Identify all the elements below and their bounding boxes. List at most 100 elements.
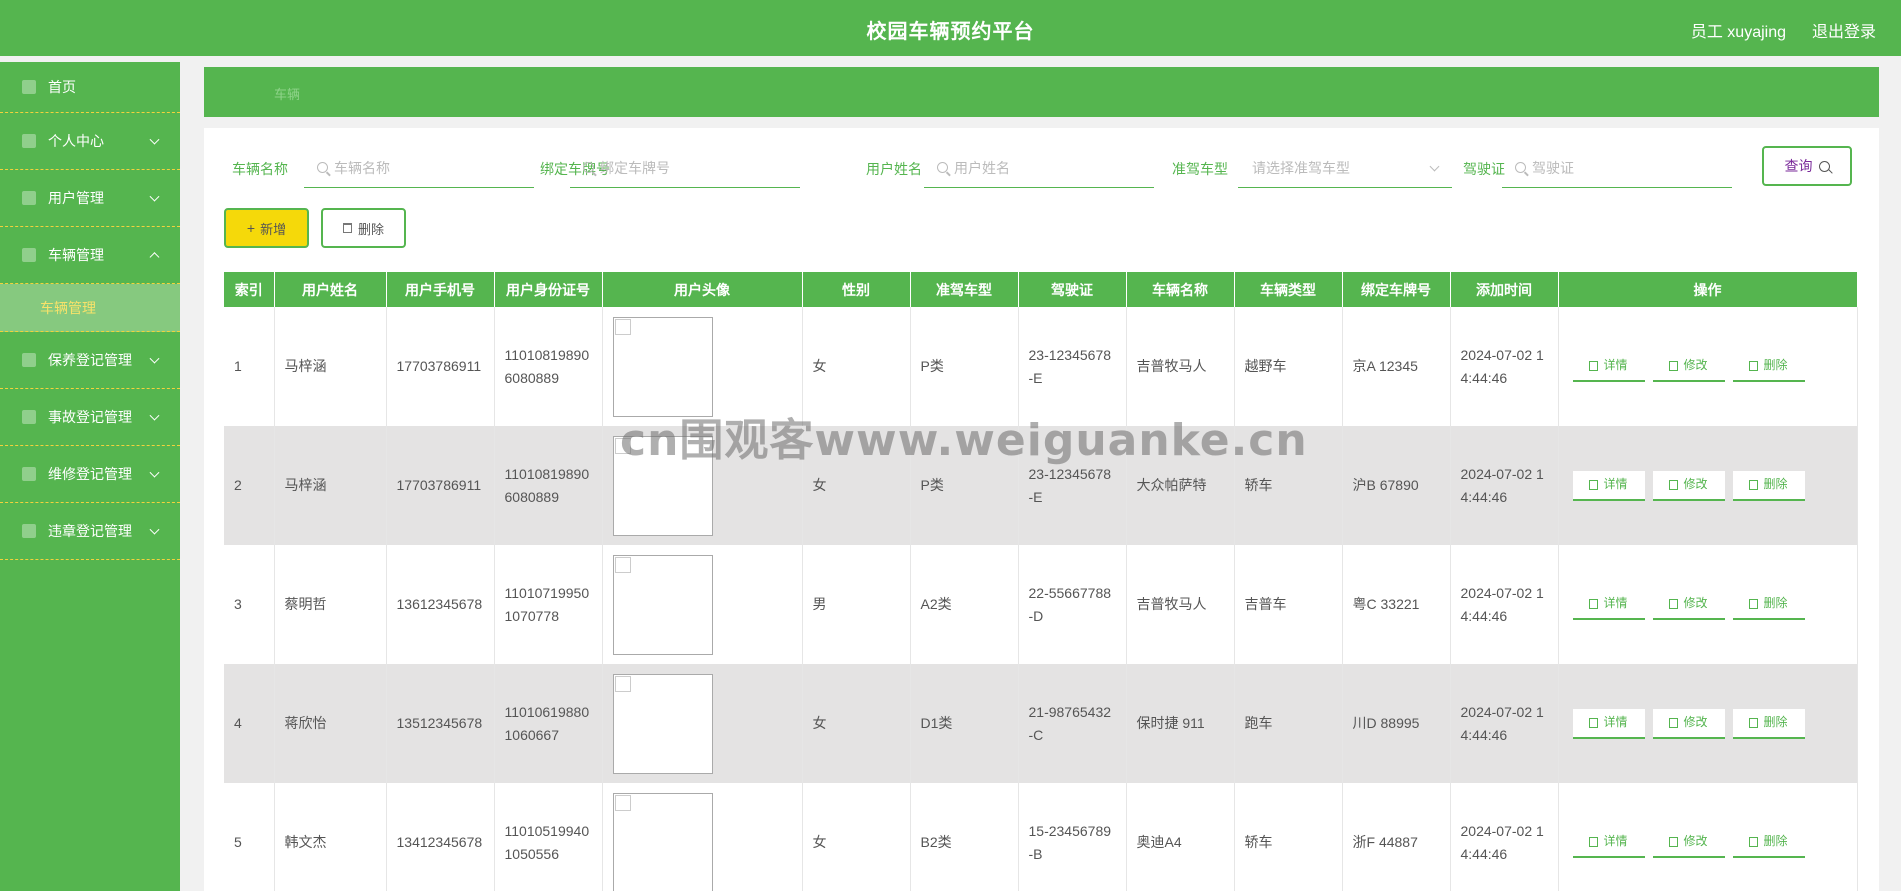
search-icon <box>1818 160 1830 172</box>
edit-button-label: 修改 <box>1683 477 1708 491</box>
edit-button[interactable]: 修改 <box>1652 708 1725 739</box>
edit-button[interactable]: 修改 <box>1652 827 1725 858</box>
accident-icon <box>22 410 36 424</box>
app-title: 校园车辆预约平台 <box>866 21 1035 43</box>
chevron-down-icon <box>149 467 160 478</box>
cell-name: 蒋欣怡 <box>274 664 387 783</box>
sidebar-item-home[interactable]: 首页 <box>0 62 180 113</box>
cell-operations: 详情 修改 删除 <box>1558 426 1858 545</box>
column-header: 用户手机号 <box>386 272 495 307</box>
column-header: 准驾车型 <box>910 272 1019 307</box>
current-user: 员工 xuyajing <box>1690 24 1786 41</box>
doc-icon <box>1589 598 1599 609</box>
cell-added: 2024-07-02 14:44:46 <box>1450 783 1559 891</box>
cell-gender: 女 <box>802 783 911 891</box>
sidebar-item-users[interactable]: 用户管理 <box>0 170 180 227</box>
users-icon <box>22 191 36 205</box>
cell-vehicle-type: 跑车 <box>1234 664 1343 783</box>
cell-phone: 13612345678 <box>386 545 495 664</box>
cell-gender: 男 <box>802 545 911 664</box>
search-form: 车辆名称 绑定车牌号 用户姓名 准驾车型 请选择准驾车型 驾驶证 查询 <box>232 146 1852 188</box>
row-delete-button[interactable]: 删除 <box>1732 470 1805 501</box>
cell-id-card: 110108198906080889 <box>494 426 603 545</box>
cell-added: 2024-07-02 14:44:46 <box>1450 664 1559 783</box>
cell-id-card: 110105199401050556 <box>494 783 603 891</box>
row-delete-button[interactable]: 删除 <box>1732 708 1805 739</box>
license-input[interactable] <box>1502 148 1732 188</box>
detail-button[interactable]: 详情 <box>1572 351 1645 382</box>
trash-icon <box>1749 360 1759 371</box>
cell-phone: 17703786911 <box>386 426 495 545</box>
edit-button-label: 修改 <box>1683 358 1708 372</box>
cell-operations: 详情 修改 删除 <box>1558 307 1858 426</box>
delete-button[interactable]: 删除 <box>321 208 406 248</box>
vehicle-table: 索引 用户姓名 用户手机号 用户身份证号 用户头像 性别 准驾车型 驾驶证 车辆名称 车辆类型 绑定… <box>224 272 1858 891</box>
trash-icon <box>1749 836 1759 847</box>
sidebar-item-repair[interactable]: 维修登记管理 <box>0 446 180 503</box>
vehicle-name-label: 车辆名称 <box>232 161 288 177</box>
edit-button-label: 修改 <box>1683 596 1708 610</box>
row-delete-button[interactable]: 删除 <box>1732 827 1805 858</box>
home-icon <box>22 80 36 94</box>
query-button-label: 查询 <box>1784 158 1813 174</box>
sidebar-item-label: 首页 <box>48 79 76 95</box>
doc-icon <box>1589 479 1599 490</box>
sidebar-item-accident[interactable]: 事故登记管理 <box>0 389 180 446</box>
table-header-row: 索引 用户姓名 用户手机号 用户身份证号 用户头像 性别 准驾车型 驾驶证 车辆名称 车辆类型 绑定… <box>224 272 1858 307</box>
trash-icon <box>1749 598 1759 609</box>
cell-id-card: 110106198801060667 <box>494 664 603 783</box>
sidebar-item-profile[interactable]: 个人中心 <box>0 113 180 170</box>
pencil-icon <box>1669 360 1679 371</box>
edit-button[interactable]: 修改 <box>1652 470 1725 501</box>
cell-phone: 13412345678 <box>386 783 495 891</box>
edit-button[interactable]: 修改 <box>1652 589 1725 620</box>
avatar <box>612 316 713 417</box>
table-row: 2 马梓涵 17703786911 110108198906080889 女 P类 23-1… <box>224 426 1858 545</box>
row-delete-button-label: 删除 <box>1763 477 1788 491</box>
sidebar: 首页 个人中心 用户管理 车辆管理 车辆管理 保养登记管理 事故登记管理 维修登… <box>0 62 180 891</box>
column-header: 用户身份证号 <box>494 272 603 307</box>
detail-button[interactable]: 详情 <box>1572 470 1645 501</box>
chevron-up-icon <box>149 252 160 263</box>
table-row: 5 韩文杰 13412345678 110105199401050556 女 B2类 15-… <box>224 783 1858 891</box>
detail-button[interactable]: 详情 <box>1572 589 1645 620</box>
vehicle-name-input[interactable] <box>304 148 534 188</box>
sidebar-item-violation[interactable]: 违章登记管理 <box>0 503 180 560</box>
cell-plate: 沪B 67890 <box>1342 426 1451 545</box>
user-name-label: 用户姓名 <box>866 161 922 177</box>
chevron-down-icon <box>149 524 160 535</box>
detail-button[interactable]: 详情 <box>1572 708 1645 739</box>
column-header: 用户姓名 <box>274 272 387 307</box>
column-header: 性别 <box>802 272 911 307</box>
detail-button-label: 详情 <box>1603 834 1628 848</box>
trash-icon <box>1749 717 1759 728</box>
table-row: 1 马梓涵 17703786911 110108198906080889 女 P类 23-1… <box>224 307 1858 426</box>
edit-button[interactable]: 修改 <box>1652 351 1725 382</box>
row-delete-button-label: 删除 <box>1763 834 1788 848</box>
row-delete-button[interactable]: 删除 <box>1732 589 1805 620</box>
logout-link[interactable]: 退出登录 <box>1812 18 1876 42</box>
row-delete-button[interactable]: 删除 <box>1732 351 1805 382</box>
query-button[interactable]: 查询 <box>1762 146 1852 186</box>
license-type-select[interactable]: 请选择准驾车型 <box>1238 148 1452 188</box>
sidebar-item-label: 车辆管理 <box>48 247 104 263</box>
plate-input[interactable] <box>570 148 800 188</box>
cell-license-type: P类 <box>910 426 1019 545</box>
avatar-cell <box>602 307 803 426</box>
column-header: 索引 <box>224 272 275 307</box>
detail-button[interactable]: 详情 <box>1572 827 1645 858</box>
sidebar-item-maintenance[interactable]: 保养登记管理 <box>0 332 180 389</box>
sidebar-subitem-vehicle-management[interactable]: 车辆管理 <box>0 284 180 332</box>
cell-license-type: D1类 <box>910 664 1019 783</box>
user-name-input[interactable] <box>924 148 1154 188</box>
breadcrumb-current: 车辆 <box>274 87 301 102</box>
cell-license-type: A2类 <box>910 545 1019 664</box>
column-header: 操作 <box>1558 272 1858 307</box>
add-button[interactable]: + 新增 <box>224 208 309 248</box>
pencil-icon <box>1669 836 1679 847</box>
cell-operations: 详情 修改 删除 <box>1558 545 1858 664</box>
detail-button-label: 详情 <box>1603 358 1628 372</box>
sidebar-item-vehicles[interactable]: 车辆管理 <box>0 227 180 284</box>
avatar-cell <box>602 545 803 664</box>
cell-id-card: 110108198906080889 <box>494 307 603 426</box>
